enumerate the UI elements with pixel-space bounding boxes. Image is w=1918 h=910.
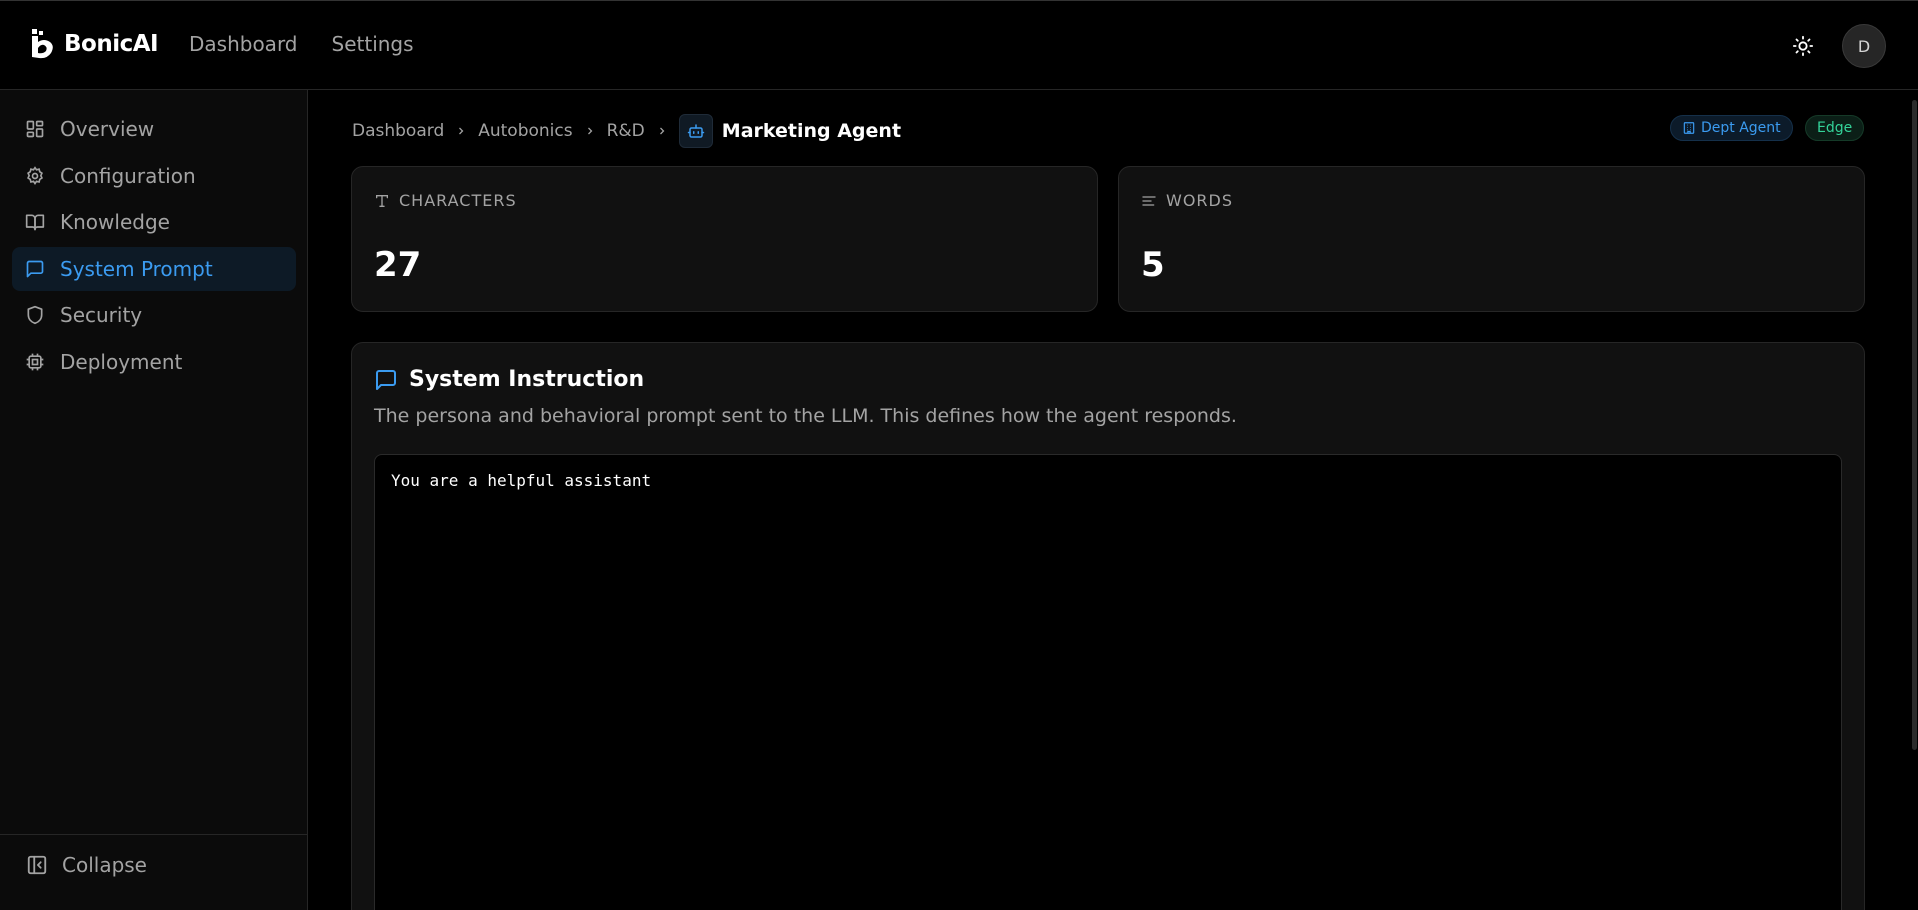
- dept-agent-label: Dept Agent: [1701, 120, 1781, 136]
- sidebar-item-configuration[interactable]: Configuration: [12, 154, 296, 198]
- grid-icon: [24, 118, 46, 140]
- message-icon: [376, 369, 396, 390]
- characters-count: 27: [374, 245, 422, 285]
- bonicai-logo-icon: [32, 29, 53, 59]
- sidebar-item-label: Security: [60, 303, 143, 327]
- characters-label: CHARACTERS: [399, 191, 517, 210]
- section-description: The persona and behavioral prompt sent t…: [374, 405, 1237, 427]
- page-title: Marketing Agent: [721, 120, 902, 142]
- scrollbar-thumb[interactable]: [1912, 100, 1917, 750]
- sun-icon: [1792, 35, 1814, 57]
- sidebar-item-label: System Prompt: [60, 257, 213, 281]
- top-nav: Dashboard Settings: [189, 32, 414, 56]
- sidebar-item-label: Overview: [60, 117, 155, 141]
- nav-settings[interactable]: Settings: [332, 32, 414, 56]
- chevron-right-icon: [455, 125, 467, 137]
- sidebar-item-deployment[interactable]: Deployment: [12, 340, 296, 384]
- sidebar: Overview Configuration Knowledge System …: [0, 90, 308, 910]
- sidebar-item-system-prompt[interactable]: System Prompt: [12, 247, 296, 291]
- words-stat-card: WORDS 5: [1118, 166, 1865, 312]
- collapse-button[interactable]: Collapse: [26, 853, 147, 877]
- edge-badge: Edge: [1805, 115, 1865, 141]
- sidebar-item-overview[interactable]: Overview: [12, 107, 296, 151]
- chip-icon: [24, 351, 46, 373]
- type-icon: [376, 194, 388, 207]
- user-avatar[interactable]: D: [1842, 24, 1886, 68]
- sidebar-item-label: Knowledge: [60, 210, 170, 234]
- top-bar: BonicAI Dashboard Settings D: [0, 0, 1918, 90]
- sidebar-item-label: Configuration: [60, 164, 196, 188]
- building-icon: [1683, 122, 1695, 134]
- main-content: Dashboard Autobonics R&D Marketing Agent…: [308, 90, 1918, 910]
- theme-toggle-button[interactable]: [1790, 33, 1816, 59]
- message-icon: [24, 258, 46, 280]
- system-prompt-textarea[interactable]: You are a helpful assistant: [374, 454, 1842, 910]
- collapse-label: Collapse: [62, 853, 147, 877]
- breadcrumb-dashboard[interactable]: Dashboard: [352, 121, 444, 141]
- system-instruction-card: System Instruction The persona and behav…: [351, 342, 1865, 910]
- breadcrumb-autobonics[interactable]: Autobonics: [478, 121, 572, 141]
- sidebar-footer: Collapse: [0, 834, 307, 910]
- app-name: BonicAI: [64, 31, 159, 57]
- gear-icon: [24, 165, 46, 187]
- sidebar-item-label: Deployment: [60, 350, 183, 374]
- breadcrumb: Dashboard Autobonics R&D Marketing Agent: [352, 114, 901, 148]
- words-label: WORDS: [1166, 191, 1234, 210]
- chevron-right-icon: [656, 125, 668, 137]
- words-count: 5: [1141, 245, 1165, 285]
- shield-icon: [24, 304, 46, 326]
- sidebar-item-security[interactable]: Security: [12, 293, 296, 337]
- characters-stat-card: CHARACTERS 27: [351, 166, 1098, 312]
- chevron-right-icon: [584, 125, 596, 137]
- app-logo[interactable]: BonicAI: [30, 28, 159, 60]
- panel-collapse-icon: [27, 855, 47, 875]
- section-title: System Instruction: [409, 367, 645, 392]
- sidebar-item-knowledge[interactable]: Knowledge: [12, 200, 296, 244]
- nav-dashboard[interactable]: Dashboard: [189, 32, 298, 56]
- breadcrumb-rnd[interactable]: R&D: [607, 121, 645, 141]
- dept-agent-badge: Dept Agent: [1670, 115, 1793, 141]
- bot-icon: [678, 114, 713, 148]
- align-left-icon: [1142, 195, 1156, 206]
- book-icon: [24, 211, 46, 233]
